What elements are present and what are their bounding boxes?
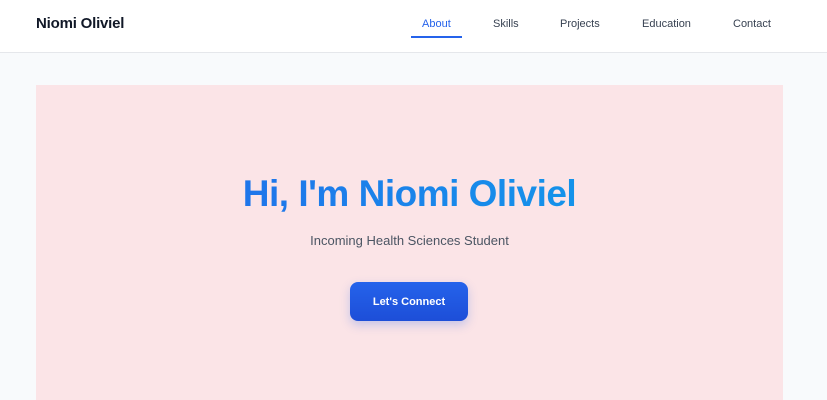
nav-link-projects[interactable]: Projects: [560, 18, 600, 30]
hero-section: Hi, I'm Niomi Oliviel Incoming Health Sc…: [36, 85, 783, 400]
nav-link-about[interactable]: About: [422, 18, 451, 30]
hero-title: Hi, I'm Niomi Oliviel: [36, 172, 783, 216]
hero-subtitle: Incoming Health Sciences Student: [310, 233, 509, 248]
main-nav: About Skills Projects Education Contact: [0, 0, 827, 53]
nav-link-education[interactable]: Education: [642, 18, 691, 30]
lets-connect-button[interactable]: Let's Connect: [350, 282, 468, 321]
active-nav-underline: [411, 36, 462, 38]
nav-link-contact[interactable]: Contact: [733, 18, 771, 30]
top-navbar: Niomi Oliviel About Skills Projects Educ…: [0, 0, 827, 53]
nav-link-skills[interactable]: Skills: [493, 18, 519, 30]
